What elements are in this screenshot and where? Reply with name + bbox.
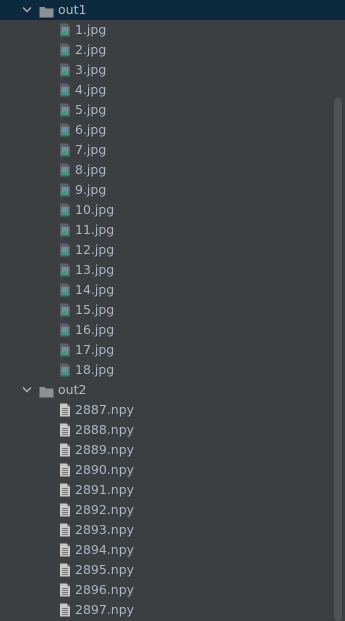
tree-folder-out1[interactable]: out1 [0,0,345,20]
text-file-icon [59,423,71,437]
image-file-icon [59,243,71,257]
tree-file-item[interactable]: 2892.npy [0,500,345,520]
image-file-icon [59,263,71,277]
tree-file-item[interactable]: 2887.npy [0,400,345,420]
project-tree[interactable]: out1 1.jpg 2.jpg 3.jpg 4.jpg 5.jpg 6.jpg 7.jpg 8… [0,0,345,621]
tree-file-item[interactable]: 10.jpg [0,200,345,220]
file-label: 5.jpg [75,102,107,117]
file-label: 13.jpg [75,262,115,277]
tree-file-item[interactable]: 6.jpg [0,120,345,140]
image-file-icon [59,283,71,297]
tree-file-item[interactable]: 8.jpg [0,160,345,180]
chevron-down-icon[interactable] [21,0,33,20]
tree-folder-out2[interactable]: out2 [0,380,345,400]
file-label: 2891.npy [75,482,135,497]
image-file-icon [59,43,71,57]
image-file-icon [59,183,71,197]
file-label: 9.jpg [75,182,107,197]
file-label: 10.jpg [75,202,115,217]
tree-file-item[interactable]: 2891.npy [0,480,345,500]
tree-file-item[interactable]: 5.jpg [0,100,345,120]
tree-file-item[interactable]: 3.jpg [0,60,345,80]
tree-file-item[interactable]: 4.jpg [0,80,345,100]
tree-file-item[interactable]: 2893.npy [0,520,345,540]
tree-file-item[interactable]: 2895.npy [0,560,345,580]
file-label: 3.jpg [75,62,107,77]
tree-file-item[interactable]: 11.jpg [0,220,345,240]
folder-icon [39,4,54,18]
file-label: 15.jpg [75,302,115,317]
image-file-icon [59,363,71,377]
file-label: 17.jpg [75,342,115,357]
text-file-icon [59,443,71,457]
file-label: 16.jpg [75,322,115,337]
tree-file-item[interactable]: 12.jpg [0,240,345,260]
file-label: 18.jpg [75,362,115,377]
folder-label: out2 [58,382,87,397]
tree-file-item[interactable]: 7.jpg [0,140,345,160]
text-file-icon [59,483,71,497]
tree-file-item[interactable]: 14.jpg [0,280,345,300]
folder-label: out1 [58,2,87,17]
file-label: 4.jpg [75,82,107,97]
file-label: 11.jpg [75,222,115,237]
tree-file-item[interactable]: 18.jpg [0,360,345,380]
file-label: 14.jpg [75,282,115,297]
text-file-icon [59,403,71,417]
file-label: 12.jpg [75,242,115,257]
tree-file-item[interactable]: 9.jpg [0,180,345,200]
file-label: 2887.npy [75,402,135,417]
file-label: 1.jpg [75,22,107,37]
chevron-down-icon[interactable] [21,380,33,400]
image-file-icon [59,343,71,357]
text-file-icon [59,563,71,577]
text-file-icon [59,543,71,557]
image-file-icon [59,203,71,217]
text-file-icon [59,523,71,537]
image-file-icon [59,323,71,337]
file-label: 2890.npy [75,462,135,477]
image-file-icon [59,163,71,177]
file-label: 8.jpg [75,162,107,177]
tree-file-item[interactable]: 17.jpg [0,340,345,360]
image-file-icon [59,223,71,237]
image-file-icon [59,143,71,157]
image-file-icon [59,103,71,117]
file-label: 2897.npy [75,602,135,617]
tree-file-item[interactable]: 16.jpg [0,320,345,340]
file-label: 2896.npy [75,582,135,597]
tree-file-item[interactable]: 13.jpg [0,260,345,280]
file-label: 2888.npy [75,422,135,437]
file-label: 2.jpg [75,42,107,57]
image-file-icon [59,303,71,317]
tree-file-item[interactable]: 2.jpg [0,40,345,60]
file-label: 2893.npy [75,522,135,537]
text-file-icon [59,583,71,597]
image-file-icon [59,23,71,37]
tree-file-item[interactable]: 2889.npy [0,440,345,460]
tree-file-item[interactable]: 2888.npy [0,420,345,440]
file-label: 2894.npy [75,542,135,557]
tree-file-item[interactable]: 2894.npy [0,540,345,560]
tree-file-item[interactable]: 1.jpg [0,20,345,40]
image-file-icon [59,123,71,137]
tree-file-item[interactable]: 2890.npy [0,460,345,480]
vertical-scrollbar[interactable] [331,0,345,621]
folder-icon [39,384,54,398]
file-label: 2895.npy [75,562,135,577]
text-file-icon [59,603,71,617]
text-file-icon [59,463,71,477]
file-label: 6.jpg [75,122,107,137]
file-label: 7.jpg [75,142,107,157]
image-file-icon [59,63,71,77]
file-label: 2889.npy [75,442,135,457]
tree-file-item[interactable]: 2897.npy [0,600,345,620]
file-label: 2892.npy [75,502,135,517]
tree-file-item[interactable]: 2896.npy [0,580,345,600]
tree-file-item[interactable]: 15.jpg [0,300,345,320]
image-file-icon [59,83,71,97]
text-file-icon [59,503,71,517]
scrollbar-thumb[interactable] [334,98,342,621]
